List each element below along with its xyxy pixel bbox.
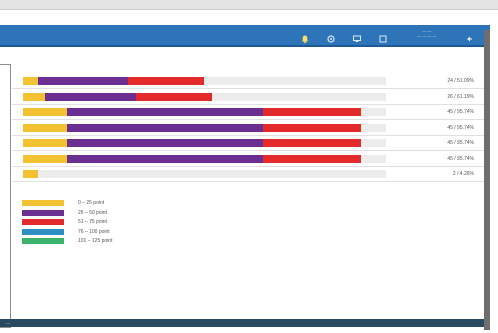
bar-value-label: 45 / 95.74% [447,155,474,162]
gear-icon[interactable] [326,31,336,43]
bar-segment-purple [66,139,263,147]
user-info[interactable]: — — — — — — [398,28,456,38]
legend-swatch [22,219,64,225]
legend-label: 76 – 100 point [78,228,110,235]
bar-row: 26 / 61.19% [12,90,484,105]
window-icon[interactable] [378,31,388,43]
app-titlebar: — — — — — — [0,25,490,47]
bar-track [23,170,386,178]
bar-segment-red [262,108,361,116]
bar-value-label: 24 / 51.09% [447,78,474,84]
bar-segment-yellow [23,123,67,132]
legend-swatch [22,228,64,235]
bar-track [23,154,386,163]
bar-row: 24 / 51.09% [12,74,484,89]
bar-segment-purple [66,123,263,132]
bar-value-label: 26 / 61.19% [447,93,474,100]
bar-segment-red [262,123,361,132]
legend-label: 0 – 25 point [78,200,105,206]
bar-row: 45 / 95.74% [12,136,484,151]
legend-label: 51 – 75 point [78,219,107,225]
legend-item: 0 – 25 point [20,200,180,207]
bar-track [23,108,386,116]
monitor-icon[interactable] [352,31,362,42]
bottom-bar-label: — [6,320,10,325]
bar-value-label: 45 / 95.74% [447,124,474,131]
legend-item: 101 – 125 point [20,238,180,245]
legend-item: 76 – 100 point [20,228,180,236]
bar-value-label: 45 / 95.74% [447,109,474,115]
logout-icon[interactable] [464,31,474,42]
bar-segment-yellow [23,139,67,147]
window-top-strip [0,0,498,10]
bar-row: 45 / 95.74% [12,121,484,136]
bar-segment-purple [66,154,263,163]
bar-value-label: 2 / 4.26% [452,171,474,177]
bar-track [23,77,386,85]
legend-swatch [22,209,64,216]
bar-segment-yellow [23,170,38,178]
legend-label: 26 – 50 point [78,209,107,216]
bar-segment-red [135,92,212,101]
bar-row: 45 / 95.74% [12,152,484,167]
bar-segment-red [262,154,361,163]
bar-segment-yellow [23,77,38,85]
bar-segment-yellow [23,92,45,101]
right-scrollbar[interactable] [484,30,490,330]
bar-track [23,123,386,132]
bell-icon[interactable] [300,31,310,44]
legend-item: 51 – 75 point [20,219,180,226]
bar-track [23,92,386,101]
bar-segment-purple [37,77,129,85]
bar-segment-purple [44,92,136,101]
legend-swatch [22,238,64,244]
left-side-panel [0,64,11,328]
legend-swatch [22,200,64,206]
bar-value-label: 45 / 95.74% [447,140,474,146]
bar-segment-yellow [23,154,67,163]
bar-segment-yellow [23,108,67,116]
bar-row: 2 / 4.26% [12,167,484,182]
legend-item: 26 – 50 point [20,209,180,217]
legend-label: 101 – 125 point [78,238,113,244]
user-line-2: — — — — [417,33,437,38]
bar-segment-red [262,139,361,147]
bar-segment-purple [66,108,263,116]
bar-segment-red [128,77,205,85]
bottom-status-bar: — [0,319,484,327]
bar-row: 45 / 95.74% [12,105,484,120]
bar-track [23,139,386,147]
